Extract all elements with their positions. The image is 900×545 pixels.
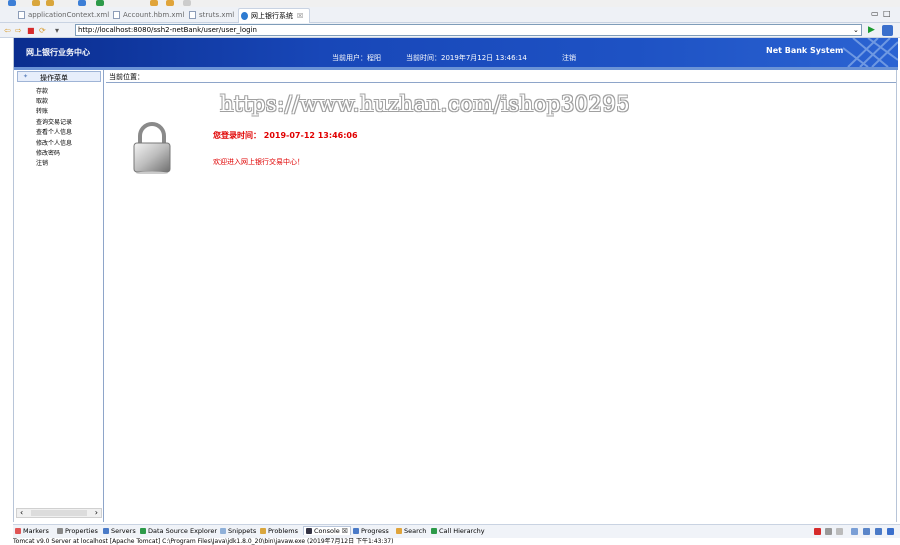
- tab-servers[interactable]: Servers: [103, 527, 136, 535]
- search-icon: [396, 528, 402, 534]
- clear-console-icon[interactable]: [851, 528, 858, 535]
- current-time: 当前时间：2019年7月12日 13:46:14: [406, 54, 527, 62]
- globe-icon: [241, 12, 248, 20]
- problems-icon: [260, 528, 266, 534]
- ide-toolbar: [0, 0, 900, 7]
- lock-icon: [133, 122, 171, 174]
- snippets-icon: [220, 528, 226, 534]
- run-icon[interactable]: [78, 0, 86, 6]
- refresh-icon[interactable]: ⟳: [39, 26, 46, 35]
- browser-menu-icon[interactable]: ▾: [55, 26, 59, 35]
- menu-header: ✦ 操作菜单: [17, 71, 101, 82]
- tab-search[interactable]: Search: [396, 527, 426, 535]
- back-icon[interactable]: ⇦: [4, 26, 11, 35]
- logout-link[interactable]: 注销: [562, 53, 576, 63]
- menu-star-icon: ✦: [23, 73, 29, 80]
- menu-item-transactions[interactable]: 查询交易记录: [36, 117, 72, 126]
- forward-icon[interactable]: ⇨: [15, 26, 22, 35]
- external-browser-icon[interactable]: [882, 25, 893, 36]
- call-hierarchy-icon: [431, 528, 437, 534]
- tab-snippets[interactable]: Snippets: [220, 527, 256, 535]
- menu-item-edit-profile[interactable]: 修改个人信息: [36, 138, 72, 147]
- menu-item-logout[interactable]: 注销: [36, 158, 48, 167]
- url-input[interactable]: [75, 24, 862, 36]
- new-icon[interactable]: [8, 0, 16, 6]
- servers-icon: [103, 528, 109, 534]
- tab-progress[interactable]: Progress: [353, 527, 389, 535]
- banner-divider: [14, 67, 898, 70]
- chevron-down-icon[interactable]: ⌄: [853, 26, 859, 34]
- xml-file-icon: [18, 11, 25, 19]
- menu-item-view-profile[interactable]: 查看个人信息: [36, 127, 72, 136]
- pin-console-icon[interactable]: [875, 528, 882, 535]
- stop-icon[interactable]: ■: [27, 26, 35, 35]
- scroll-lock-icon[interactable]: [863, 528, 870, 535]
- navigate-icon[interactable]: [166, 0, 174, 6]
- console-output: Tomcat v9.0 Server at localhost [Apache …: [13, 538, 394, 545]
- system-name: Net Bank System: [766, 46, 844, 55]
- bottom-views-tabs: Markers Properties Servers Data Source E…: [13, 524, 900, 538]
- menu-item-deposit[interactable]: 存款: [36, 86, 48, 95]
- breadcrumb: 当前位置：: [106, 72, 896, 83]
- close-icon[interactable]: ☒: [342, 527, 348, 535]
- login-time: 您登录时间： 2019-07-12 13:46:06: [213, 131, 358, 140]
- markers-icon: [15, 528, 21, 534]
- tab-call-hierarchy[interactable]: Call Hierarchy: [431, 527, 485, 535]
- scroll-left-icon[interactable]: ‹: [20, 509, 23, 517]
- progress-icon: [353, 528, 359, 534]
- database-icon: [140, 528, 146, 534]
- remove-launch-icon[interactable]: [825, 528, 832, 535]
- back-nav-icon[interactable]: [183, 0, 191, 6]
- search-icon[interactable]: [150, 0, 158, 6]
- web-page: 网上银行业务中心 当前用户：程阳 当前时间：2019年7月12日 13:46:1…: [13, 38, 898, 522]
- xml-file-icon: [113, 11, 120, 19]
- console-icon: [306, 528, 312, 534]
- tab-applicationcontext[interactable]: applicationContext.xml: [16, 8, 109, 23]
- tab-properties[interactable]: Properties: [57, 527, 98, 535]
- minimize-icon[interactable]: ▭: [871, 9, 879, 18]
- horizontal-scrollbar[interactable]: ‹ ›: [16, 508, 102, 518]
- tab-netbank-browser[interactable]: 网上银行系统 ☒: [238, 8, 310, 23]
- tab-account-hbm[interactable]: Account.hbm.xml: [111, 8, 184, 23]
- browser-toolbar: ⇦ ⇨ ■ ⟳ ▾ ⌄ ▶: [0, 23, 900, 38]
- header-banner: 网上银行业务中心 当前用户：程阳 当前时间：2019年7月12日 13:46:1…: [14, 38, 898, 67]
- open-folder-icon[interactable]: [32, 0, 40, 6]
- tab-struts[interactable]: struts.xml: [187, 8, 234, 23]
- remove-all-icon[interactable]: [836, 528, 843, 535]
- menu-item-transfer[interactable]: 转账: [36, 106, 48, 115]
- banner-decoration: [842, 38, 898, 67]
- menu-item-withdraw[interactable]: 取款: [36, 96, 48, 105]
- menu-item-change-password[interactable]: 修改密码: [36, 148, 60, 157]
- close-icon[interactable]: ☒: [297, 12, 303, 20]
- go-icon[interactable]: ▶: [868, 25, 877, 35]
- xml-file-icon: [189, 11, 196, 19]
- terminate-icon[interactable]: [814, 528, 821, 535]
- watermark-text: https://www.huzhan.com/ishop30295: [220, 92, 631, 116]
- scroll-right-icon[interactable]: ›: [95, 509, 98, 517]
- site-title: 网上银行业务中心: [26, 48, 90, 57]
- welcome-message: 欢迎进入网上银行交易中心！: [213, 158, 304, 166]
- tab-markers[interactable]: Markers: [15, 527, 49, 535]
- tab-console[interactable]: Console ☒: [303, 526, 351, 535]
- editor-tabs: applicationContext.xml Account.hbm.xml s…: [0, 7, 900, 23]
- current-user: 当前用户：程阳: [332, 54, 381, 62]
- tab-problems[interactable]: Problems: [260, 527, 298, 535]
- debug-icon[interactable]: [96, 0, 104, 6]
- scroll-thumb[interactable]: [31, 510, 87, 516]
- save-icon[interactable]: [46, 0, 54, 6]
- properties-icon: [57, 528, 63, 534]
- maximize-icon[interactable]: □: [883, 9, 891, 18]
- left-menu: ✦ 操作菜单 存款 取款 转账 查询交易记录 查看个人信息 修改个人信息 修改密…: [14, 70, 104, 522]
- tab-data-source-explorer[interactable]: Data Source Explorer: [140, 527, 217, 535]
- display-console-icon[interactable]: [887, 528, 894, 535]
